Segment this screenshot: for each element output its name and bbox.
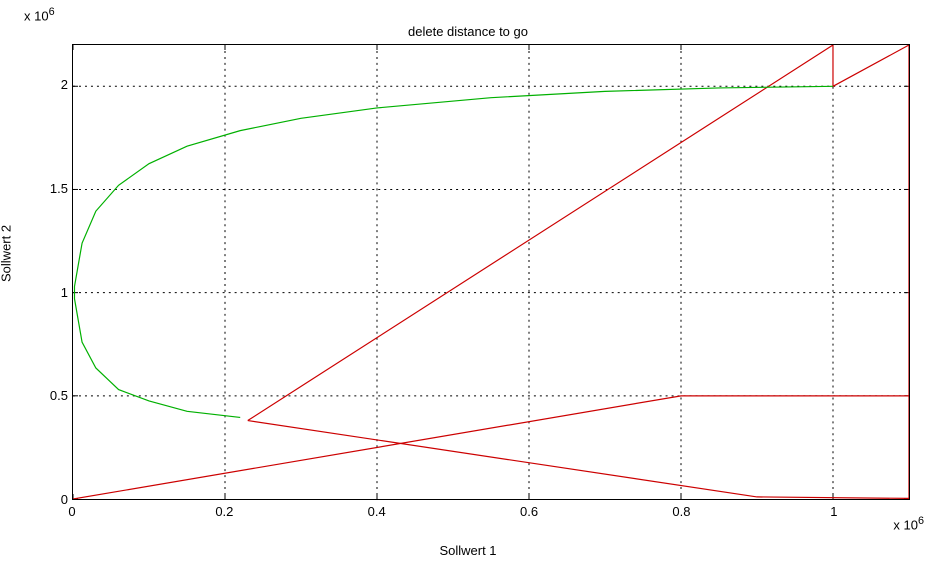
x-axis-label: Sollwert 1 — [0, 543, 936, 558]
y-tick-label: 1 — [8, 285, 68, 300]
x-axis-exponent: x 106 — [893, 515, 924, 532]
chart-root: delete distance to go x 106 Sollwert 2 0… — [0, 0, 936, 564]
series-red-decline — [248, 421, 909, 499]
y-tick-label: 1.5 — [8, 181, 68, 196]
series-red-lower-diag — [73, 396, 909, 499]
x-tick-label: 0.4 — [357, 504, 397, 519]
series-green-arc — [74, 86, 832, 417]
plot-area — [72, 44, 910, 500]
y-tick-label: 2 — [8, 77, 68, 92]
series-red-diag-main — [248, 45, 909, 499]
plot-svg — [73, 45, 909, 499]
x-tick-label: 1 — [814, 504, 854, 519]
x-tick-label: 0.8 — [661, 504, 701, 519]
y-axis-exponent: x 106 — [24, 6, 55, 23]
chart-title: delete distance to go — [0, 24, 936, 39]
y-tick-label: 0.5 — [8, 388, 68, 403]
x-tick-label: 0 — [52, 504, 92, 519]
x-tick-label: 0.2 — [204, 504, 244, 519]
y-axis-label: Sollwert 2 — [0, 225, 14, 282]
x-tick-label: 0.6 — [509, 504, 549, 519]
